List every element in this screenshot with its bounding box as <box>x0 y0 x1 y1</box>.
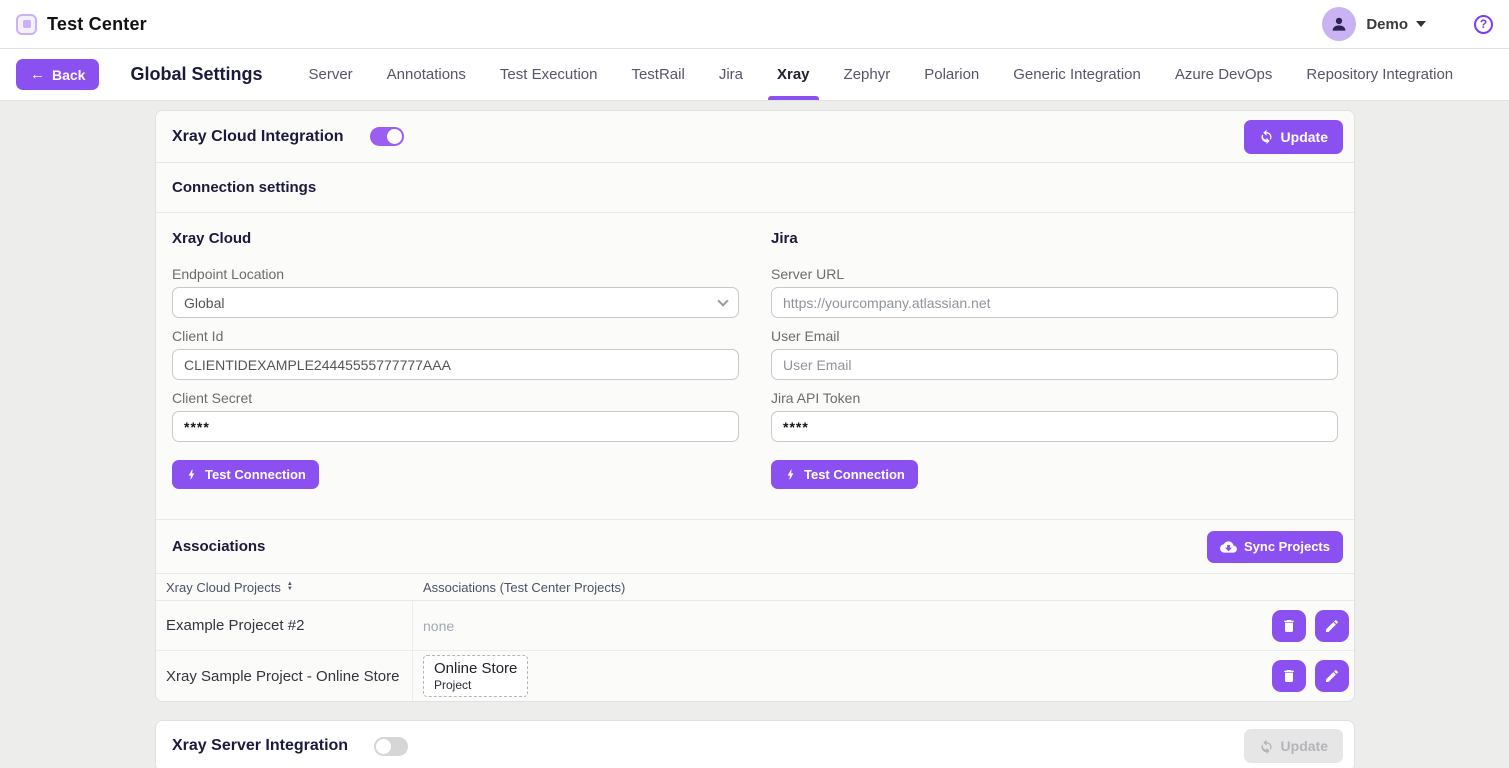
association-value: none <box>423 618 454 634</box>
edit-button[interactable] <box>1315 660 1349 692</box>
person-icon <box>1329 14 1349 34</box>
association-chip[interactable]: Online Store Project <box>423 655 528 697</box>
column-header-associations: Associations (Test Center Projects) <box>413 580 1244 595</box>
endpoint-location-select[interactable]: Global <box>172 287 739 318</box>
sync-projects-button[interactable]: Sync Projects <box>1207 531 1343 563</box>
xray-server-toggle[interactable] <box>374 737 408 756</box>
back-button[interactable]: ← Back <box>16 59 99 90</box>
pencil-icon <box>1324 668 1340 684</box>
project-name: Example Projecet #2 <box>156 601 413 650</box>
server-url-input[interactable] <box>771 287 1338 318</box>
tab-server[interactable]: Server <box>308 49 352 100</box>
top-bar: Test Center Demo ? <box>0 0 1509 49</box>
back-arrow-icon: ← <box>30 67 45 82</box>
tab-xray[interactable]: Xray <box>777 49 810 100</box>
card-title: Xray Server Integration <box>172 737 348 755</box>
associations-header: Associations Sync Projects <box>156 520 1354 573</box>
tab-polarion[interactable]: Polarion <box>924 49 979 100</box>
jira-heading: Jira <box>771 230 1338 247</box>
delete-button[interactable] <box>1272 660 1306 692</box>
client-id-label: Client Id <box>172 328 739 344</box>
edit-button[interactable] <box>1315 610 1349 642</box>
xray-cloud-column: Xray Cloud Endpoint Location Global Clie… <box>172 228 739 489</box>
tab-jira[interactable]: Jira <box>719 49 743 100</box>
table-row: Xray Sample Project - Online Store Onlin… <box>156 651 1354 701</box>
server-url-label: Server URL <box>771 266 1338 282</box>
endpoint-location-label: Endpoint Location <box>172 266 739 282</box>
chevron-down-icon <box>717 295 728 306</box>
trash-icon <box>1281 668 1297 684</box>
user-email-input[interactable] <box>771 349 1338 380</box>
jira-api-token-label: Jira API Token <box>771 390 1338 406</box>
update-label: Update <box>1281 129 1328 145</box>
tab-bar: Server Annotations Test Execution TestRa… <box>308 49 1453 100</box>
test-connection-button-xray[interactable]: Test Connection <box>172 460 319 489</box>
help-icon[interactable]: ? <box>1474 15 1493 34</box>
tab-test-execution[interactable]: Test Execution <box>500 49 598 100</box>
associations-table: Xray Cloud Projects ▲▼ Associations (Tes… <box>156 573 1354 701</box>
delete-button[interactable] <box>1272 610 1306 642</box>
tab-repository-integration[interactable]: Repository Integration <box>1306 49 1453 100</box>
bolt-icon <box>185 468 198 481</box>
refresh-icon <box>1259 129 1274 144</box>
tab-zephyr[interactable]: Zephyr <box>844 49 891 100</box>
table-row: Example Projecet #2 none <box>156 601 1354 651</box>
tab-azure-devops[interactable]: Azure DevOps <box>1175 49 1273 100</box>
pencil-icon <box>1324 618 1340 634</box>
update-label: Update <box>1281 738 1328 754</box>
jira-column: Jira Server URL User Email Jira API Toke… <box>771 228 1338 489</box>
app-logo-icon <box>16 14 37 35</box>
xray-server-card: Xray Server Integration Update <box>155 720 1355 768</box>
update-button[interactable]: Update <box>1244 120 1343 154</box>
client-id-input[interactable] <box>172 349 739 380</box>
xray-cloud-heading: Xray Cloud <box>172 230 739 247</box>
settings-nav: ← Back Global Settings Server Annotation… <box>0 49 1509 101</box>
tab-annotations[interactable]: Annotations <box>387 49 466 100</box>
app-title: Test Center <box>47 14 147 35</box>
refresh-icon <box>1259 739 1274 754</box>
trash-icon <box>1281 618 1297 634</box>
user-avatar[interactable] <box>1322 7 1356 41</box>
client-secret-label: Client Secret <box>172 390 739 406</box>
tab-generic-integration[interactable]: Generic Integration <box>1013 49 1141 100</box>
user-menu[interactable]: Demo <box>1366 16 1408 33</box>
chevron-down-icon[interactable] <box>1416 21 1426 27</box>
xray-cloud-card: Xray Cloud Integration Update Connection… <box>155 110 1355 702</box>
connection-settings-header: Connection settings <box>156 163 1354 213</box>
connection-settings-form: Xray Cloud Endpoint Location Global Clie… <box>156 213 1354 520</box>
tab-testrail[interactable]: TestRail <box>631 49 684 100</box>
xray-cloud-toggle[interactable] <box>370 127 404 146</box>
main-content: Xray Cloud Integration Update Connection… <box>0 101 1509 768</box>
project-name: Xray Sample Project - Online Store <box>156 651 413 701</box>
card-title: Xray Cloud Integration <box>172 128 344 146</box>
jira-api-token-input[interactable] <box>771 411 1338 442</box>
user-email-label: User Email <box>771 328 1338 344</box>
page-title: Global Settings <box>130 64 262 85</box>
associations-table-header: Xray Cloud Projects ▲▼ Associations (Tes… <box>156 573 1354 601</box>
xray-cloud-card-header: Xray Cloud Integration Update <box>156 111 1354 163</box>
back-label: Back <box>52 67 85 83</box>
update-button-disabled[interactable]: Update <box>1244 729 1343 763</box>
cloud-sync-icon <box>1220 540 1237 554</box>
endpoint-location-value: Global <box>184 295 224 311</box>
test-connection-button-jira[interactable]: Test Connection <box>771 460 918 489</box>
column-header-projects: Xray Cloud Projects ▲▼ <box>156 580 413 595</box>
sort-icon[interactable]: ▲▼ <box>287 582 293 592</box>
bolt-icon <box>784 468 797 481</box>
client-secret-input[interactable] <box>172 411 739 442</box>
